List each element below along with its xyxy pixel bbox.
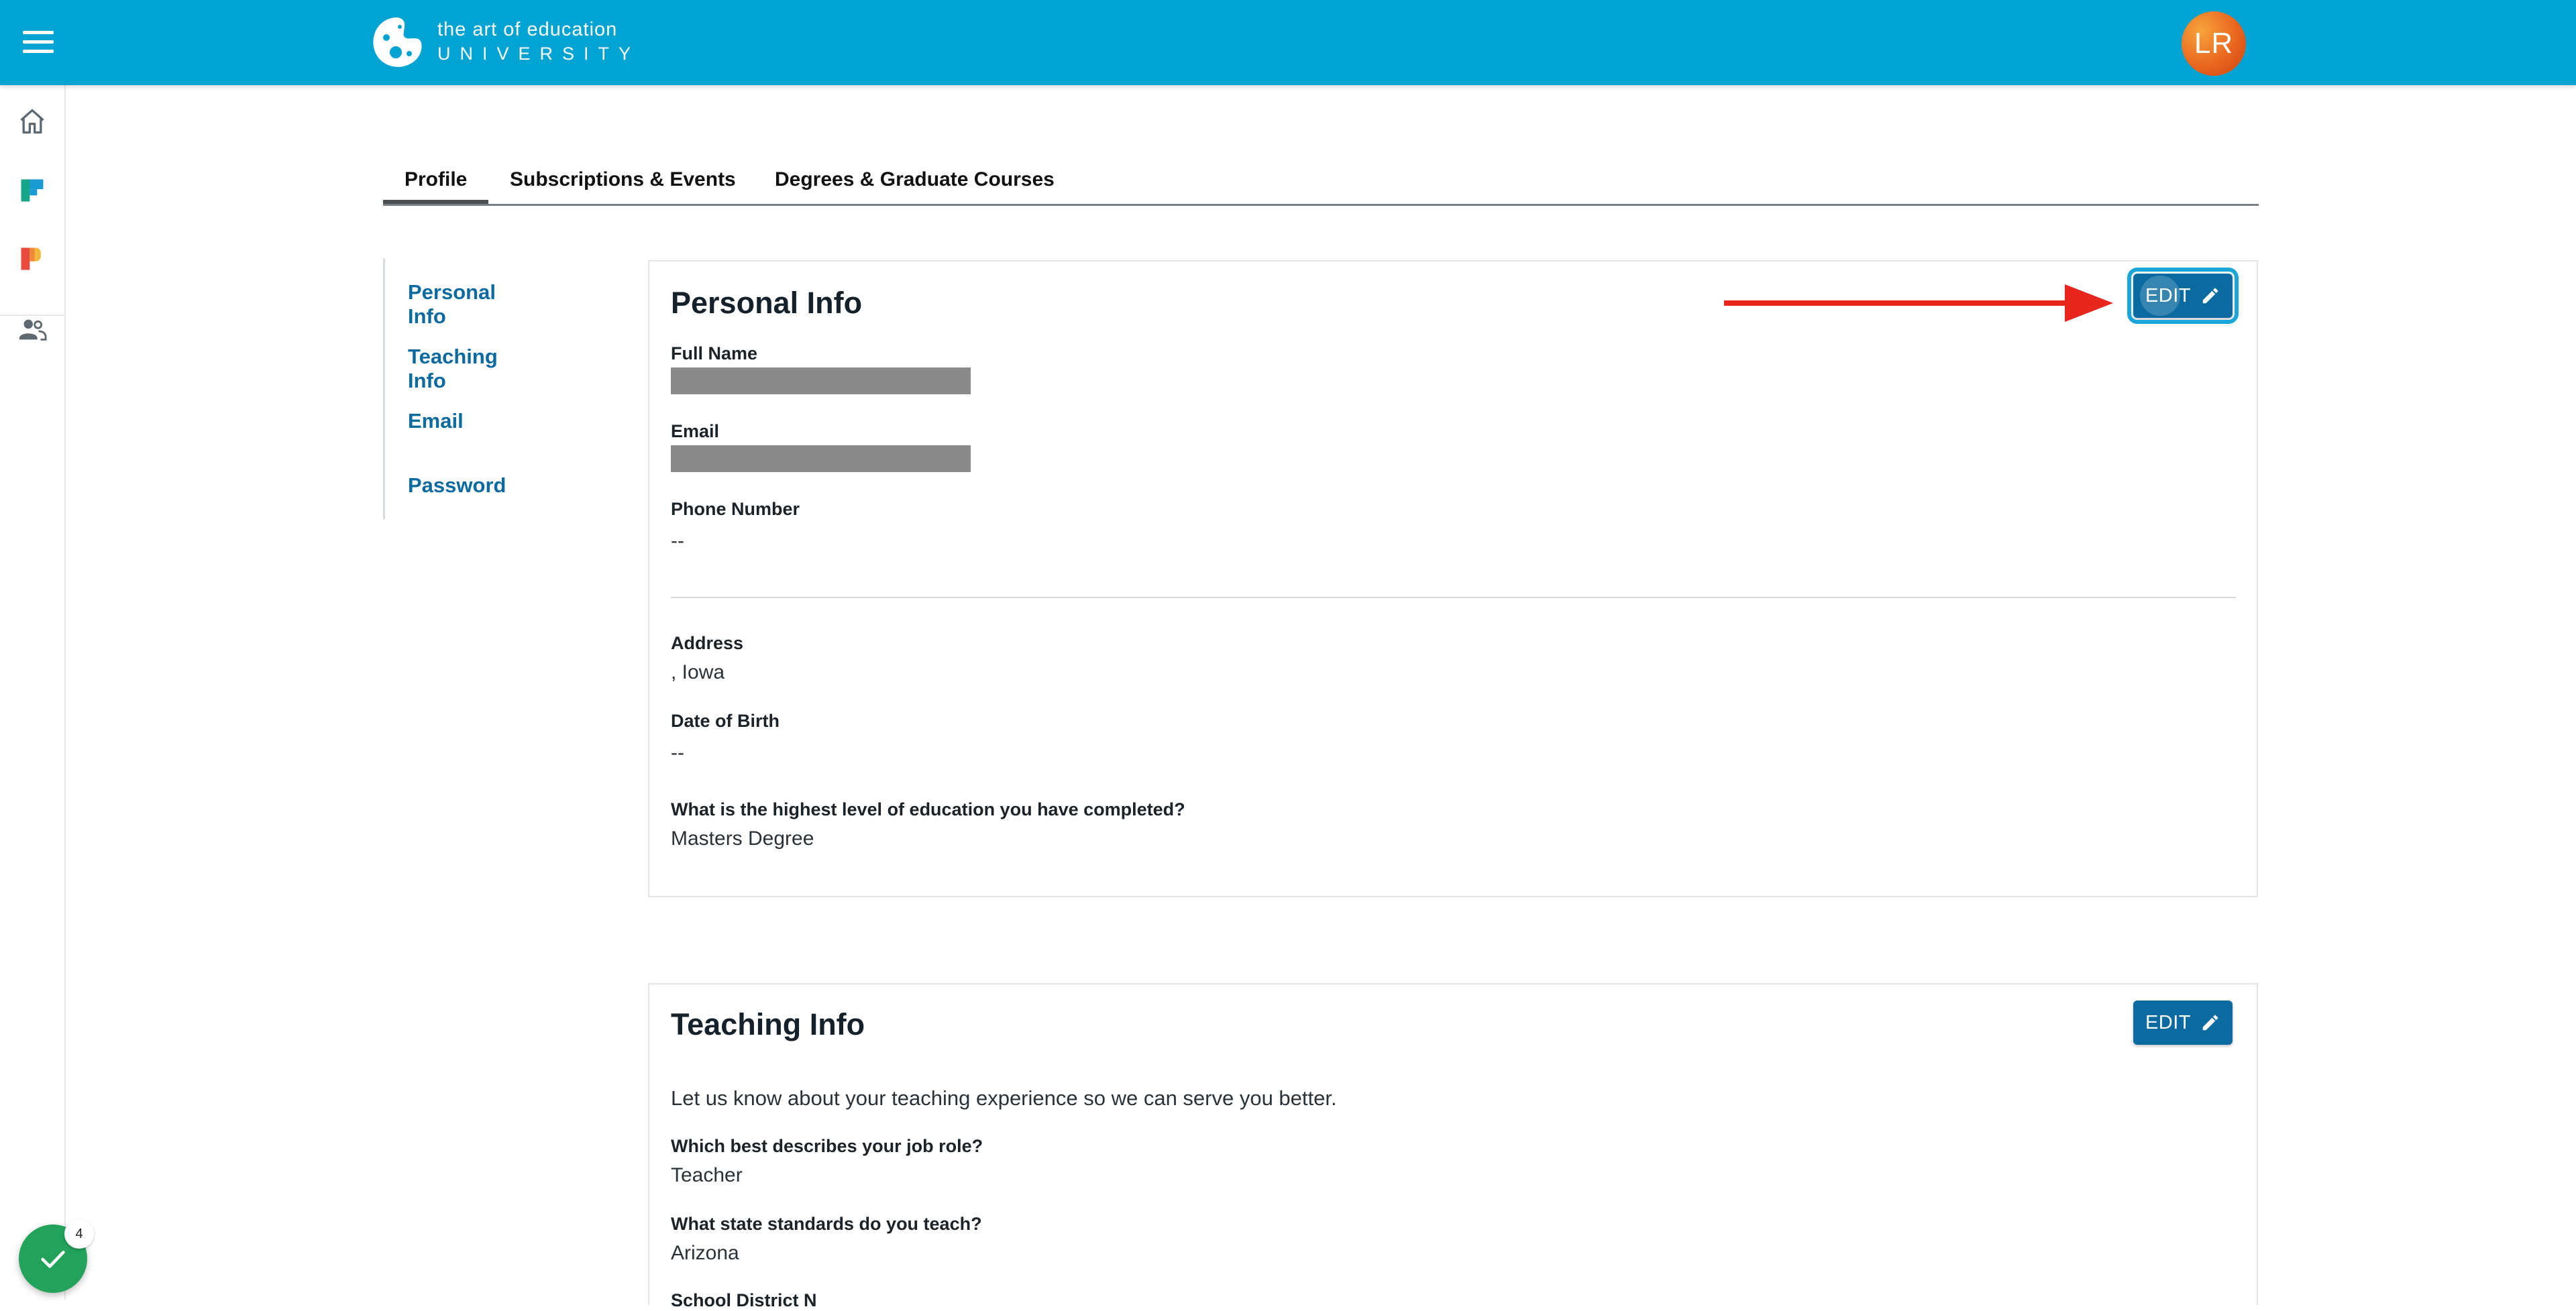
profile-tabs: Profile Subscriptions & Events Degrees &…	[383, 156, 2259, 206]
user-avatar[interactable]: LR	[2182, 11, 2246, 76]
home-icon[interactable]	[16, 105, 48, 137]
pencil-icon	[2202, 288, 2218, 304]
dob-label: Date of Birth	[671, 711, 780, 731]
phone-label: Phone Number	[671, 499, 800, 519]
top-bar: the art of education UNIVERSITY LR	[0, 0, 2576, 85]
tab-degrees-graduate-courses[interactable]: Degrees & Graduate Courses	[775, 156, 1055, 204]
logo-text-bottom: UNIVERSITY	[437, 44, 641, 64]
personal-info-title: Personal Info	[671, 286, 863, 320]
nav-password[interactable]: Password	[408, 473, 506, 498]
palette-logo-icon	[373, 17, 422, 67]
personal-info-card: Personal Info EDIT Full Name Email Phone…	[648, 260, 2258, 897]
section-nav: Personal Info Teaching Info Email Passwo…	[383, 259, 519, 519]
flex-app-icon[interactable]	[16, 174, 48, 207]
email-redacted	[671, 445, 971, 472]
address-label: Address	[671, 633, 744, 653]
logo[interactable]: the art of education UNIVERSITY	[369, 8, 640, 75]
full-name-label: Full Name	[671, 343, 758, 363]
tab-subscriptions-events[interactable]: Subscriptions & Events	[510, 156, 736, 204]
section-divider	[671, 597, 2236, 598]
school-district-label: School District N	[671, 1290, 817, 1310]
checkmark-icon	[41, 1251, 65, 1268]
edit-label: EDIT	[2145, 284, 2192, 306]
menu-icon[interactable]	[23, 31, 54, 54]
tab-profile[interactable]: Profile	[383, 156, 489, 204]
teaching-info-edit-button[interactable]: EDIT	[2133, 1001, 2233, 1045]
edit-label: EDIT	[2145, 1011, 2192, 1033]
logo-text-top: the art of education	[437, 19, 618, 40]
teaching-info-title: Teaching Info	[671, 1007, 865, 1041]
state-standards-label: What state standards do you teach?	[671, 1214, 982, 1234]
left-rail	[0, 85, 66, 1300]
nav-teaching-info[interactable]: Teaching Info	[408, 345, 519, 393]
full-name-redacted	[671, 367, 971, 394]
pro-app-icon[interactable]	[16, 243, 48, 275]
address-value: , Iowa	[671, 661, 725, 683]
people-icon[interactable]	[16, 313, 48, 345]
nav-email[interactable]: Email	[408, 409, 464, 433]
dob-value: --	[671, 742, 684, 764]
nav-personal-info[interactable]: Personal Info	[408, 280, 519, 329]
state-standards-value: Arizona	[671, 1242, 739, 1264]
education-value: Masters Degree	[671, 828, 814, 850]
red-arrow-icon	[1724, 284, 2113, 322]
checklist-count-badge: 4	[64, 1219, 94, 1249]
teaching-info-card: Teaching Info EDIT Let us know about you…	[648, 983, 2258, 1310]
personal-info-edit-button[interactable]: EDIT	[2127, 268, 2239, 324]
job-role-value: Teacher	[671, 1164, 743, 1186]
teaching-intro-text: Let us know about your teaching experien…	[671, 1086, 1337, 1110]
job-role-label: Which best describes your job role?	[671, 1136, 983, 1156]
email-label: Email	[671, 421, 720, 441]
education-label: What is the highest level of education y…	[671, 799, 1185, 819]
pencil-icon	[2202, 1015, 2218, 1031]
phone-value: --	[671, 530, 684, 552]
